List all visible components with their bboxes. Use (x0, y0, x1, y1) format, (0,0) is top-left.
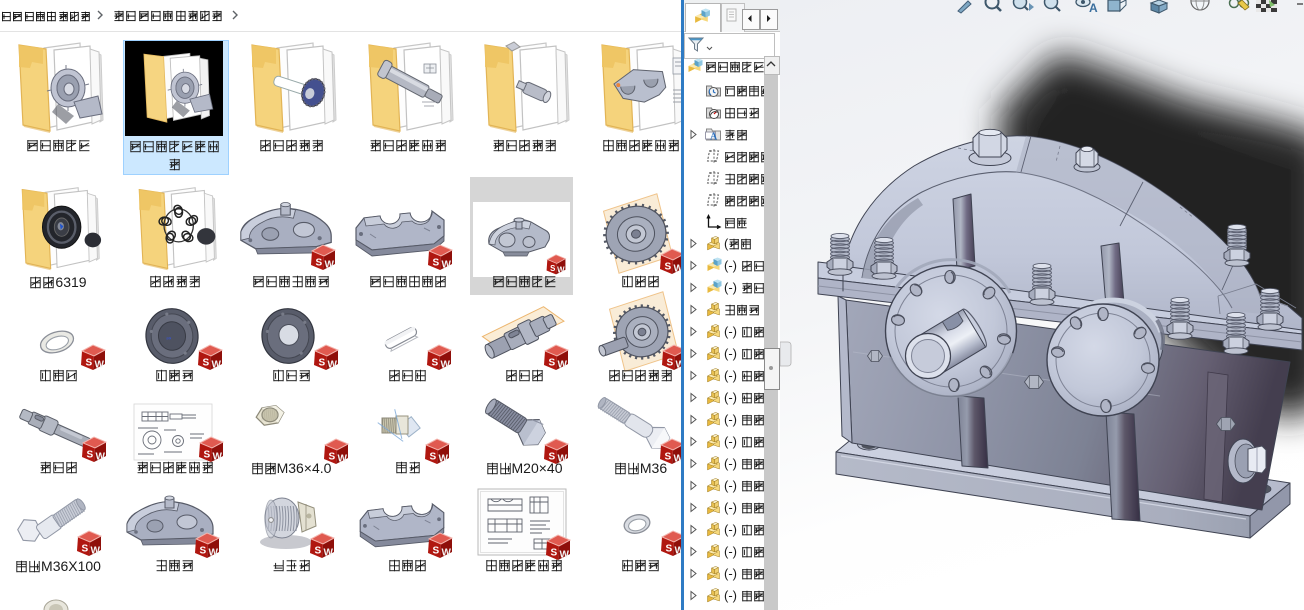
svg-text:S: S (432, 546, 439, 557)
svg-text:A: A (1089, 1, 1098, 15)
svg-text:S: S (316, 258, 323, 269)
svg-text:A: A (710, 132, 718, 143)
svg-text:W: W (325, 260, 335, 271)
svg-text:sw: sw (165, 335, 171, 341)
svg-text:W: W (441, 260, 451, 271)
svg-text:S: S (665, 544, 672, 555)
svg-text:S: S (315, 546, 322, 557)
svg-text:S: S (550, 264, 555, 273)
svg-text:S: S (664, 262, 671, 273)
svg-text:S: S (432, 258, 439, 269)
svg-text:S: S (199, 546, 206, 557)
svg-text:S: S (82, 544, 89, 555)
svg-text:W: W (91, 546, 101, 557)
